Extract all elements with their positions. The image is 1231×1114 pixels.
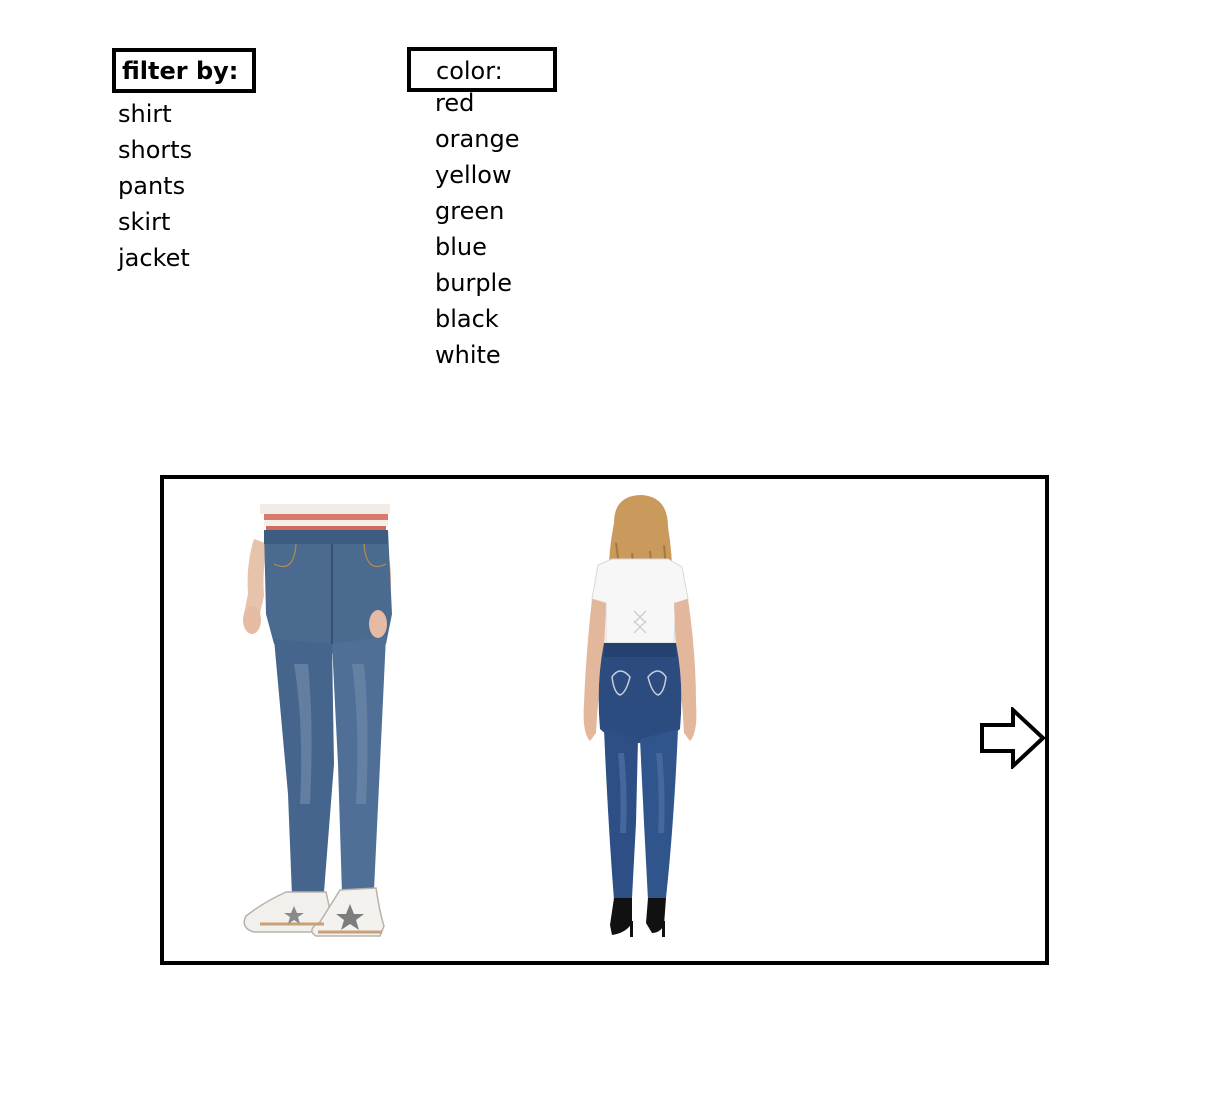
color-option-green[interactable]: green <box>435 193 519 229</box>
color-option-blue[interactable]: blue <box>435 229 519 265</box>
filter-option-jacket[interactable]: jacket <box>118 240 192 276</box>
product-photo-men-jeans[interactable] <box>234 504 414 959</box>
filter-by-label: filter by: <box>122 57 239 85</box>
color-option-yellow[interactable]: yellow <box>435 157 519 193</box>
product-gallery <box>160 475 1049 965</box>
filter-option-skirt[interactable]: skirt <box>118 204 192 240</box>
color-option-burple[interactable]: burple <box>435 265 519 301</box>
filter-option-shirt[interactable]: shirt <box>118 96 192 132</box>
color-label: color: <box>436 57 503 85</box>
color-option-red[interactable]: red <box>435 85 519 121</box>
filter-option-pants[interactable]: pants <box>118 168 192 204</box>
color-option-orange[interactable]: orange <box>435 121 519 157</box>
color-option-white[interactable]: white <box>435 337 519 373</box>
color-list: red orange yellow green blue burple blac… <box>435 85 519 373</box>
clothing-type-list: shirt shorts pants skirt jacket <box>118 96 192 276</box>
filter-by-heading: filter by: <box>112 48 256 93</box>
color-option-black[interactable]: black <box>435 301 519 337</box>
arrow-right-icon[interactable] <box>979 707 1049 769</box>
product-photo-women-jeans[interactable] <box>564 493 714 953</box>
filter-option-shorts[interactable]: shorts <box>118 132 192 168</box>
